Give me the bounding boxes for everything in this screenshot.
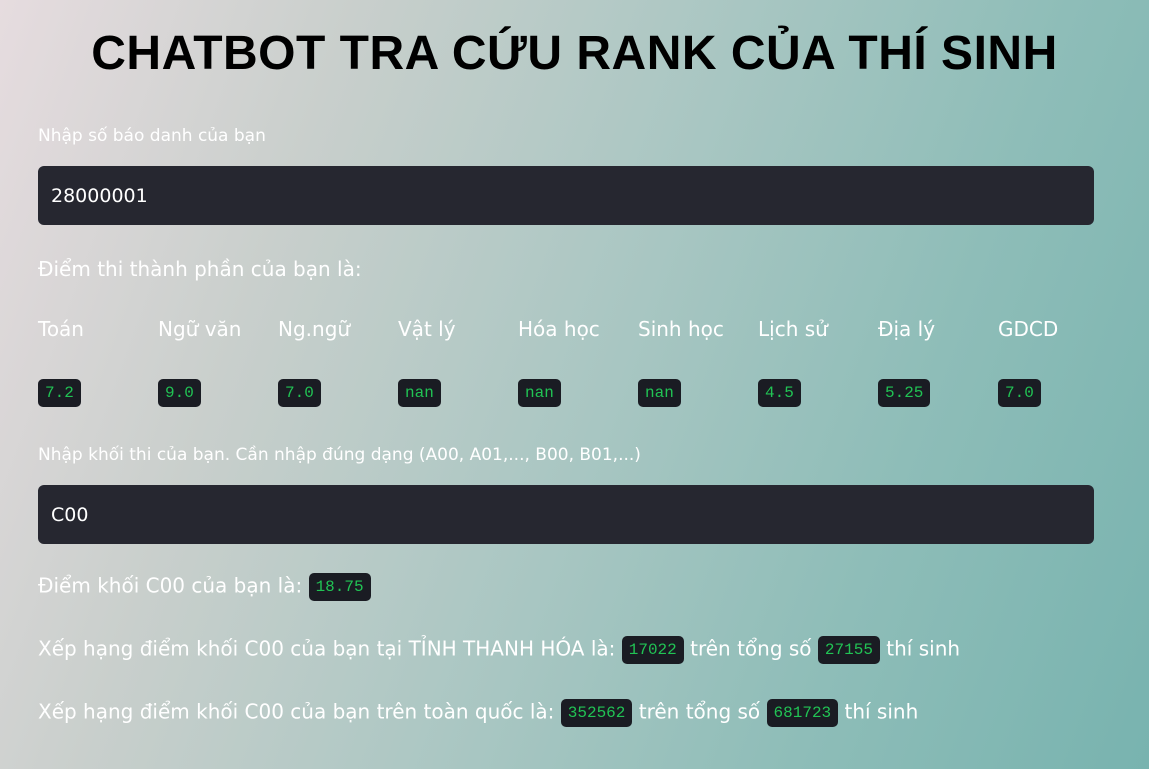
- national-rank-value: 352562: [560, 699, 633, 727]
- subject-score: nan: [398, 379, 441, 407]
- khoi-label: Nhập khối thi của bạn. Cần nhập đúng dạn…: [38, 445, 641, 465]
- national-rank-line: Xếp hạng điểm khối C00 của bạn trên toàn…: [38, 699, 918, 727]
- subject-name: Ngữ văn: [158, 317, 242, 341]
- national-suffix-text: thí sinh: [844, 699, 919, 724]
- subject-vat-ly: Vật lý nan: [398, 317, 518, 407]
- national-rank-text: Xếp hạng điểm khối C00 của bạn trên toàn…: [38, 699, 555, 724]
- subject-gdcd: GDCD 7.0: [998, 317, 1118, 407]
- sbd-label: Nhập số báo danh của bạn: [38, 126, 266, 146]
- subject-name: Lịch sử: [758, 317, 828, 341]
- subject-score: nan: [638, 379, 681, 407]
- subject-ngoai-ngu: Ng.ngữ 7.0: [278, 317, 398, 407]
- subject-score: 7.0: [278, 379, 321, 407]
- subject-name: Toán: [38, 317, 84, 341]
- subject-name: Ng.ngữ: [278, 317, 351, 341]
- subject-name: Địa lý: [878, 317, 936, 341]
- province-rank-value: 17022: [621, 636, 684, 664]
- subject-scores: Toán 7.2 Ngữ văn 9.0 Ng.ngữ 7.0 Vật lý n…: [38, 317, 1138, 417]
- subject-ngu-van: Ngữ văn 9.0: [158, 317, 278, 407]
- scores-heading: Điểm thi thành phần của bạn là:: [38, 257, 362, 281]
- subject-score: 9.0: [158, 379, 201, 407]
- block-score-text: Điểm khối C00 của bạn là:: [38, 573, 303, 598]
- province-suffix-text: thí sinh: [886, 636, 961, 661]
- national-total-value: 681723: [766, 699, 839, 727]
- subject-score: 7.0: [998, 379, 1041, 407]
- sbd-input[interactable]: [38, 166, 1094, 225]
- subject-score: nan: [518, 379, 561, 407]
- province-rank-line: Xếp hạng điểm khối C00 của bạn tại TỈNH …: [38, 636, 960, 664]
- subject-name: Vật lý: [398, 317, 456, 341]
- subject-dia-ly: Địa lý 5.25: [878, 317, 998, 407]
- subject-name: GDCD: [998, 317, 1059, 341]
- subject-lich-su: Lịch sử 4.5: [758, 317, 878, 407]
- page-title: CHATBOT TRA CỨU RANK CỦA THÍ SINH: [91, 27, 1058, 80]
- khoi-input[interactable]: [38, 485, 1094, 544]
- subject-score: 5.25: [878, 379, 931, 407]
- block-score-line: Điểm khối C00 của bạn là: 18.75: [38, 573, 371, 601]
- subject-score: 4.5: [758, 379, 801, 407]
- province-total-text: trên tổng số: [690, 636, 812, 661]
- subject-score: 7.2: [38, 379, 81, 407]
- subject-name: Sinh học: [638, 317, 724, 341]
- block-score-value: 18.75: [308, 573, 371, 601]
- subject-name: Hóa học: [518, 317, 600, 341]
- national-total-text: trên tổng số: [638, 699, 761, 724]
- subject-hoa-hoc: Hóa học nan: [518, 317, 638, 407]
- subject-toan: Toán 7.2: [38, 317, 158, 407]
- province-total-value: 27155: [817, 636, 880, 664]
- subject-sinh-hoc: Sinh học nan: [638, 317, 758, 407]
- province-rank-text: Xếp hạng điểm khối C00 của bạn tại TỈNH …: [38, 636, 616, 661]
